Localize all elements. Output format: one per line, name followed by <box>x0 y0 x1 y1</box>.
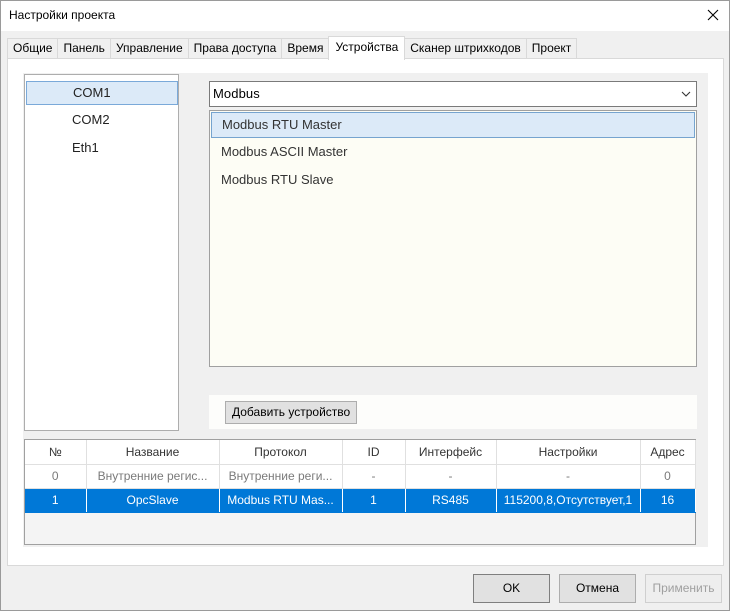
tab-devices[interactable]: Устройства <box>328 36 406 60</box>
chevron-down-icon <box>681 91 691 97</box>
protocol-family-value: Modbus <box>213 86 260 101</box>
column-header[interactable]: ID <box>342 440 406 465</box>
table-cell: - <box>342 464 406 489</box>
protocol-item-rtu-master[interactable]: Modbus RTU Master <box>211 112 695 138</box>
protocol-item-ascii-master[interactable]: Modbus ASCII Master <box>211 140 695 166</box>
apply-button[interactable]: Применить <box>645 574 722 603</box>
table-cell: Внутренние реги... <box>219 464 343 489</box>
devices-tab-panel: COM1 COM2 Eth1 Modbus Modbus RTU Master … <box>7 58 724 566</box>
table-cell: - <box>405 464 497 489</box>
port-item-eth1[interactable]: Eth1 <box>26 137 178 161</box>
column-header[interactable]: Название <box>86 440 220 465</box>
protocol-family-select[interactable]: Modbus <box>209 81 697 107</box>
table-cell: RS485 <box>405 488 497 513</box>
tab-strip: Общие Панель Управление Права доступа Вр… <box>7 36 578 60</box>
protocol-list: Modbus RTU Master Modbus ASCII Master Mo… <box>209 110 697 367</box>
protocol-item-rtu-slave[interactable]: Modbus RTU Slave <box>211 168 695 194</box>
table-cell: 115200,8,Отсутствует,1 <box>496 488 641 513</box>
port-list: COM1 COM2 Eth1 <box>24 74 179 431</box>
table-cell: Modbus RTU Mas... <box>219 488 343 513</box>
title-bar: Настройки проекта <box>1 1 729 31</box>
tab-time[interactable]: Время <box>281 38 330 60</box>
devices-content: COM1 COM2 Eth1 Modbus Modbus RTU Master … <box>23 73 708 547</box>
port-item-com2[interactable]: COM2 <box>26 109 178 133</box>
table-cell: 0 <box>640 464 696 489</box>
column-header[interactable]: Адрес <box>640 440 696 465</box>
table-row[interactable]: 0 Внутренние регис... Внутренние реги...… <box>25 464 696 489</box>
ok-button[interactable]: OK <box>473 574 550 603</box>
column-header[interactable]: Протокол <box>219 440 343 465</box>
project-settings-window: Настройки проекта Общие Панель Управлени… <box>0 0 730 611</box>
table-row-selected[interactable]: 1 OpcSlave Modbus RTU Mas... 1 RS485 115… <box>25 488 696 513</box>
table-cell: 1 <box>25 488 87 513</box>
table-cell: Внутренние регис... <box>86 464 220 489</box>
add-device-bar: Добавить устройство <box>209 395 697 429</box>
tab-project[interactable]: Проект <box>525 38 578 60</box>
tab-general[interactable]: Общие <box>7 38 59 60</box>
table-cell: - <box>496 464 641 489</box>
table-cell: 1 <box>342 488 406 513</box>
column-header[interactable]: № <box>25 440 87 465</box>
table-cell: OpcSlave <box>86 488 220 513</box>
devices-table: № Название Протокол ID Интерфейс Настрой… <box>24 439 696 545</box>
close-icon <box>707 9 719 21</box>
column-header[interactable]: Настройки <box>496 440 641 465</box>
tab-barcode-scanner[interactable]: Сканер штрихкодов <box>404 38 527 60</box>
devices-grid: № Название Протокол ID Интерфейс Настрой… <box>25 440 696 513</box>
tab-panel[interactable]: Панель <box>57 38 111 60</box>
cancel-button[interactable]: Отмена <box>559 574 636 603</box>
table-cell: 16 <box>640 488 696 513</box>
close-button[interactable] <box>701 3 725 27</box>
table-header-row: № Название Протокол ID Интерфейс Настрой… <box>25 440 696 465</box>
tab-access-rights[interactable]: Права доступа <box>187 38 283 60</box>
tab-control[interactable]: Управление <box>109 38 189 60</box>
column-header[interactable]: Интерфейс <box>405 440 497 465</box>
add-device-button[interactable]: Добавить устройство <box>225 401 358 424</box>
port-item-com1[interactable]: COM1 <box>26 81 178 105</box>
table-cell: 0 <box>25 464 87 489</box>
window-title: Настройки проекта <box>9 8 116 22</box>
